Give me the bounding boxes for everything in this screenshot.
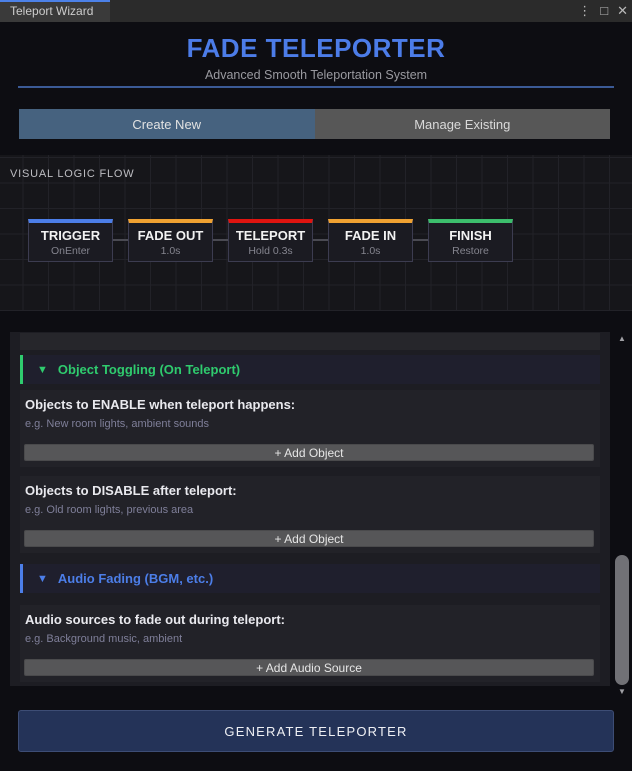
page-title: FADE TELEPORTER — [186, 33, 446, 63]
close-icon[interactable]: ✕ — [617, 0, 628, 22]
tab-manage-existing[interactable]: Manage Existing — [314, 109, 610, 139]
disable-objects-label: Objects to DISABLE after teleport: — [25, 483, 237, 498]
flow-node-finish: FINISH Restore — [428, 219, 513, 262]
tab-create-new[interactable]: Create New — [19, 109, 315, 139]
add-audio-source-button[interactable]: + Add Audio Source — [24, 659, 594, 676]
maximize-icon[interactable]: □ — [600, 0, 608, 22]
window-controls: ⋮ □ ✕ — [578, 0, 628, 22]
enable-objects-hint: e.g. New room lights, ambient sounds — [25, 418, 210, 430]
flow-node-fade-out: FADE OUT 1.0s — [128, 219, 213, 262]
main-tabs: Create New Manage Existing — [19, 109, 610, 139]
collapse-triangle-icon: ▼ — [37, 572, 48, 585]
title-bar: Teleport Wizard ⋮ □ ✕ — [0, 0, 632, 22]
collapse-triangle-icon: ▼ — [37, 363, 48, 376]
scrollbar-down-arrow-icon[interactable]: ▼ — [614, 687, 630, 697]
clipped-row — [20, 333, 600, 350]
section-header-audio-fading[interactable]: ▼ Audio Fading (BGM, etc.) — [20, 564, 600, 593]
teleport-wizard-window: Teleport Wizard ⋮ □ ✕ FADE TELEPORTER Ad… — [0, 0, 632, 771]
flow-node-fade-in: FADE IN 1.0s — [328, 219, 413, 262]
generate-teleporter-button[interactable]: GENERATE TELEPORTER — [18, 710, 614, 752]
node-subtitle: 1.0s — [360, 245, 381, 257]
enable-objects-group: Objects to ENABLE when teleport happens:… — [20, 390, 600, 467]
flow-node-row: TRIGGER OnEnter FADE OUT 1.0s TELEPORT H… — [28, 219, 513, 262]
section-title: Object Toggling (On Teleport) — [57, 362, 241, 377]
settings-scroll-panel: ▼ Object Toggling (On Teleport) Objects … — [10, 332, 610, 686]
disable-objects-group: Objects to DISABLE after teleport: e.g. … — [20, 476, 600, 553]
node-title: FINISH — [449, 228, 492, 243]
node-title: FADE OUT — [137, 228, 204, 243]
audio-sources-hint: e.g. Background music, ambient — [25, 633, 183, 645]
page-subtitle: Advanced Smooth Teleportation System — [204, 68, 428, 82]
header-divider — [18, 86, 614, 88]
add-enable-object-button[interactable]: + Add Object — [24, 444, 594, 461]
scrollbar-thumb[interactable] — [615, 555, 629, 685]
node-subtitle: 1.0s — [160, 245, 181, 257]
node-title: TELEPORT — [235, 228, 306, 243]
node-subtitle: Restore — [452, 245, 489, 257]
add-disable-object-button[interactable]: + Add Object — [24, 530, 594, 547]
section-title: Audio Fading (BGM, etc.) — [57, 571, 214, 586]
audio-sources-group: Audio sources to fade out during telepor… — [20, 605, 600, 682]
node-subtitle: Hold 0.3s — [248, 245, 293, 257]
section-header-object-toggling[interactable]: ▼ Object Toggling (On Teleport) — [20, 355, 600, 384]
audio-sources-label: Audio sources to fade out during telepor… — [25, 612, 285, 627]
flow-node-trigger: TRIGGER OnEnter — [28, 219, 113, 262]
window-tab[interactable]: Teleport Wizard — [0, 0, 110, 22]
enable-objects-label: Objects to ENABLE when teleport happens: — [25, 397, 296, 412]
menu-icon[interactable]: ⋮ — [578, 0, 591, 22]
flow-node-teleport: TELEPORT Hold 0.3s — [228, 219, 313, 262]
node-title: FADE IN — [344, 228, 397, 243]
node-subtitle: OnEnter — [50, 245, 91, 257]
visual-logic-flow-canvas: VISUAL LOGIC FLOW TRIGGER OnEnter FADE O… — [0, 155, 632, 311]
node-title: TRIGGER — [40, 228, 101, 243]
scrollbar-up-arrow-icon[interactable]: ▲ — [614, 334, 630, 344]
flow-section-label: VISUAL LOGIC FLOW — [10, 168, 135, 180]
disable-objects-hint: e.g. Old room lights, previous area — [25, 504, 194, 516]
